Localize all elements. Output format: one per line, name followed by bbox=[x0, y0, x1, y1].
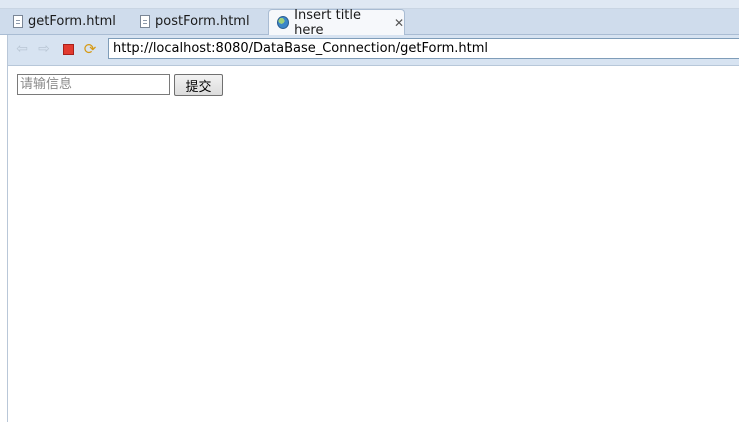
forward-arrow-icon[interactable]: ⇨ bbox=[36, 41, 52, 57]
refresh-icon[interactable]: ⟳ bbox=[82, 41, 98, 57]
submit-button[interactable]: 提交 bbox=[174, 74, 223, 96]
browser-toolbar: ⇦ ⇨ ⟳ http://localhost:8080/DataBase_Con… bbox=[7, 35, 739, 66]
tab-postform[interactable]: postForm.html bbox=[132, 9, 262, 34]
tab-getform[interactable]: getForm.html bbox=[5, 9, 127, 34]
editor-tab-bar: getForm.html postForm.html Insert title … bbox=[0, 7, 739, 38]
tab-insert-title-here[interactable]: Insert title here ✕ bbox=[268, 7, 405, 38]
document-icon bbox=[13, 15, 23, 28]
tab-label: postForm.html bbox=[155, 14, 250, 29]
back-arrow-icon[interactable]: ⇦ bbox=[14, 41, 30, 57]
url-field[interactable]: http://localhost:8080/DataBase_Connectio… bbox=[108, 38, 739, 59]
globe-icon bbox=[277, 16, 290, 29]
document-icon bbox=[140, 15, 150, 28]
message-input[interactable] bbox=[17, 74, 170, 95]
close-icon[interactable]: ✕ bbox=[394, 17, 404, 29]
tab-label: getForm.html bbox=[28, 14, 116, 29]
tab-label: Insert title here bbox=[294, 7, 362, 38]
page-content: 提交 bbox=[8, 66, 739, 422]
stop-icon[interactable] bbox=[60, 41, 76, 57]
